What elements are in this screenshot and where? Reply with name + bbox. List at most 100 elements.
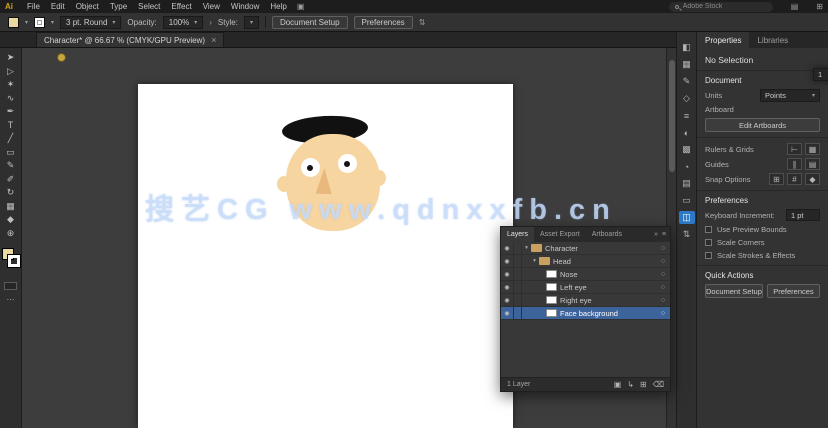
panel-menu-icon[interactable]: ≡ (662, 231, 666, 238)
checkbox[interactable] (705, 252, 712, 259)
visibility-eye-icon[interactable]: ◉ (501, 307, 514, 319)
layer-row[interactable]: ◉ ▾ Head ○ (501, 255, 670, 268)
collapse-panel-icon[interactable]: » (654, 231, 658, 238)
zoom-tool-icon[interactable]: ⊕ (0, 227, 22, 241)
eyedropper-tool-icon[interactable]: ◆ (0, 213, 22, 227)
transparency-panel-icon[interactable]: ▩ (679, 143, 695, 156)
selection-tool-icon[interactable]: ➤ (0, 51, 22, 65)
lock-guides-icon[interactable]: ▤ (805, 158, 820, 170)
visibility-eye-icon[interactable]: ◉ (501, 255, 514, 267)
layer-name[interactable]: Head (553, 257, 656, 266)
workspace-switcher-icon[interactable]: ▤ (791, 2, 799, 11)
visibility-eye-icon[interactable]: ◉ (501, 242, 514, 254)
pencil-tool-icon[interactable]: ✐ (0, 173, 22, 187)
make-clipping-mask-icon[interactable]: ▣ (614, 380, 622, 389)
menu-item[interactable]: Select (138, 2, 160, 11)
direct-selection-tool-icon[interactable]: ▷ (0, 65, 22, 79)
brushes-panel-icon[interactable]: ✎ (679, 75, 695, 88)
rotate-tool-icon[interactable]: ↻ (0, 186, 22, 200)
app-grid-icon[interactable]: ⊞ (816, 2, 823, 11)
lock-column[interactable] (514, 255, 522, 267)
mesh-tool-icon[interactable]: ▦ (0, 200, 22, 214)
keyboard-increment-field[interactable]: 1 pt (786, 209, 820, 221)
more-options-chevron-icon[interactable]: › (209, 18, 212, 27)
toolbar-stroke-swatch[interactable] (6, 254, 21, 268)
layer-name[interactable]: Face background (560, 309, 656, 318)
tab-layers[interactable]: Layers (501, 227, 535, 242)
pen-tool-icon[interactable]: ✒ (0, 105, 22, 119)
artboards-panel-icon[interactable]: ▭ (679, 194, 695, 207)
menu-item[interactable]: Type (110, 2, 127, 11)
target-circle-icon[interactable]: ○ (656, 271, 670, 278)
character-left-eye-shape[interactable] (301, 158, 320, 177)
show-grid-icon[interactable]: ▦ (805, 143, 820, 155)
disclosure-icon[interactable]: ▾ (530, 258, 539, 264)
units-select[interactable]: Points ▾ (760, 89, 820, 102)
paintbrush-tool-icon[interactable]: ✎ (0, 159, 22, 173)
layer-name[interactable]: Right eye (560, 296, 656, 305)
character-right-ear-shape[interactable] (372, 170, 386, 186)
tab-asset-export[interactable]: Asset Export (534, 227, 586, 242)
target-circle-icon[interactable]: ○ (656, 310, 670, 317)
target-circle-icon[interactable]: ○ (656, 258, 670, 265)
align-options-icon[interactable]: ⇅ (419, 18, 426, 27)
fill-color-swatch[interactable] (8, 16, 19, 28)
close-icon[interactable]: × (211, 35, 216, 45)
magic-wand-tool-icon[interactable]: ✶ (0, 78, 22, 92)
layers-panel-icon[interactable]: ◫ (678, 211, 695, 224)
symbols-panel-icon[interactable]: ◇ (679, 92, 695, 105)
document-tab[interactable]: Character* @ 66.67 % (CMYK/GPU Preview) … (36, 32, 225, 47)
target-circle-icon[interactable]: ○ (656, 284, 670, 291)
preferences-button[interactable]: Preferences (353, 15, 413, 29)
arrange-documents-icon[interactable]: ▣ (297, 2, 305, 11)
lock-column[interactable] (514, 294, 522, 306)
new-sublayer-icon[interactable]: ↳ (627, 380, 634, 389)
edit-toolbar-icon[interactable]: ⋯ (7, 295, 15, 304)
brush-definition-select[interactable]: 3 pt. Round ▾ (60, 15, 122, 29)
layer-row[interactable]: ◉ Right eye ○ (501, 294, 670, 307)
layer-row-selected[interactable]: ◉ Face background ○ (501, 307, 670, 320)
preference-checkbox-row[interactable]: Scale Corners (705, 238, 820, 247)
preference-checkbox-row[interactable]: Scale Strokes & Effects (705, 251, 820, 260)
stroke-panel-icon[interactable]: ≡ (679, 109, 695, 122)
line-segment-tool-icon[interactable]: ╱ (0, 132, 22, 146)
style-select[interactable]: ▾ (243, 15, 259, 29)
target-circle-icon[interactable]: ○ (656, 245, 670, 252)
stroke-caret-icon[interactable]: ▾ (51, 19, 54, 26)
snap-to-point-icon[interactable]: ◆ (805, 173, 820, 185)
edit-artboards-button[interactable]: Edit Artboards (705, 118, 820, 132)
new-layer-icon[interactable]: ⊞ (640, 380, 647, 389)
snap-to-grid-icon[interactable]: ⊞ (769, 173, 784, 185)
asset-export-panel-icon[interactable]: ⇅ (679, 228, 695, 241)
lock-column[interactable] (514, 268, 522, 280)
show-rulers-icon[interactable]: ⊢ (787, 143, 802, 155)
checkbox[interactable] (705, 226, 712, 233)
opacity-select[interactable]: 100% ▾ (162, 15, 204, 29)
quick-document-setup-button[interactable]: Document Setup (705, 284, 763, 298)
target-circle-icon[interactable]: ○ (656, 297, 670, 304)
layer-name[interactable]: Character (545, 244, 656, 253)
tab-artboards[interactable]: Artboards (586, 227, 628, 242)
stock-search-field[interactable]: Adobe Stock (668, 1, 773, 12)
color-panel-icon[interactable]: ◧ (679, 41, 695, 54)
lock-column[interactable] (514, 307, 522, 319)
tab-libraries[interactable]: Libraries (749, 32, 796, 48)
menu-item[interactable]: File (27, 2, 40, 11)
visibility-eye-icon[interactable]: ◉ (501, 281, 514, 293)
visibility-eye-icon[interactable]: ◉ (501, 268, 514, 280)
swatches-panel-icon[interactable]: ▦ (679, 58, 695, 71)
menu-item[interactable]: Edit (51, 2, 65, 11)
menu-item[interactable]: Object (76, 2, 99, 11)
menu-item[interactable]: Effect (171, 2, 191, 11)
layer-row[interactable]: ◉ Left eye ○ (501, 281, 670, 294)
disclosure-icon[interactable]: ▾ (522, 245, 531, 251)
menu-item[interactable]: Help (270, 2, 286, 11)
character-right-eye-shape[interactable] (338, 154, 357, 173)
lock-column[interactable] (514, 242, 522, 254)
graphic-styles-panel-icon[interactable]: ▤ (679, 177, 695, 190)
lock-column[interactable] (514, 281, 522, 293)
preference-checkbox-row[interactable]: Use Preview Bounds (705, 225, 820, 234)
menu-item[interactable]: View (203, 2, 220, 11)
menu-item[interactable]: Window (231, 2, 259, 11)
appearance-panel-icon[interactable]: ◔ (679, 160, 695, 173)
